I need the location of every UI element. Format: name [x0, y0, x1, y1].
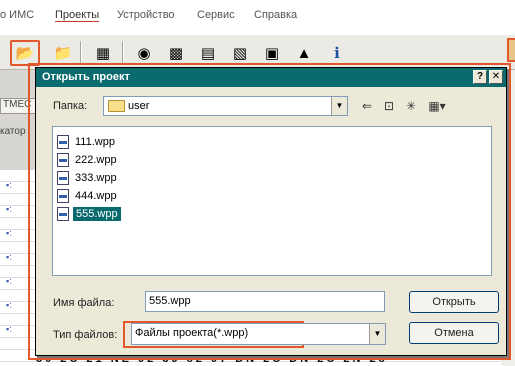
chip-erase-icon: ▣ — [264, 45, 280, 62]
look-in-combo[interactable]: user ▼ — [103, 96, 348, 116]
look-in-value: user — [128, 100, 150, 112]
filename-input[interactable]: 555.wpp — [145, 291, 385, 312]
row-marker: ▪: — [6, 228, 12, 238]
row-marker: ▪: — [6, 300, 12, 310]
folder-icon — [108, 100, 125, 112]
open-button[interactable]: Открыть — [409, 291, 499, 313]
wpp-file-icon — [57, 152, 69, 167]
open-project-dialog: Открыть проект ? ✕ Папка: user ▼ ⇐ ⊡ ✳ ▦… — [35, 67, 507, 356]
file-item[interactable]: 111.wpp — [57, 133, 117, 150]
help-button[interactable]: ? — [473, 70, 487, 84]
row-marker: ▪: — [6, 204, 12, 214]
filetype-value: Файлы проекта(*.wpp) — [135, 327, 249, 339]
cancel-button[interactable]: Отмена — [409, 322, 499, 344]
wpp-file-icon — [57, 188, 69, 203]
filetype-label: Тип файлов: — [53, 329, 118, 341]
dialog-titlebar: Открыть проект ? ✕ — [36, 68, 506, 87]
chip-verify-icon: ▧ — [232, 45, 248, 62]
up-folder-button[interactable]: ⊡ — [380, 98, 398, 114]
info-icon: ℹ — [334, 45, 340, 62]
wpp-file-icon — [57, 134, 69, 149]
open-project-icon: 📂 — [15, 45, 35, 62]
new-folder-icon: ✳ — [405, 99, 417, 113]
view-menu-button[interactable]: ▦▾ — [424, 98, 450, 114]
view-list-icon: ▦▾ — [428, 99, 446, 113]
dialog-title: Открыть проект — [42, 71, 130, 83]
menu-item-service[interactable]: Сервис — [197, 9, 235, 21]
right-edge-highlight[interactable] — [507, 38, 515, 62]
file-list[interactable]: 111.wpp 222.wpp 333.wpp 444.wpp 555.wpp — [52, 126, 492, 276]
file-name: 333.wpp — [75, 171, 117, 184]
row-marker: ▪: — [6, 180, 12, 190]
file-name: 111.wpp — [75, 135, 115, 148]
chip-program-icon: ▩ — [168, 45, 184, 62]
filename-label: Имя файла: — [53, 297, 115, 309]
background-side-label: катор — [0, 126, 26, 137]
look-in-label: Папка: — [53, 100, 88, 112]
file-name: 222.wpp — [75, 153, 117, 166]
chevron-down-icon[interactable]: ▼ — [331, 97, 347, 115]
file-item-selected[interactable]: 555.wpp — [57, 205, 121, 222]
up-folder-icon: ⊡ — [383, 99, 395, 113]
file-name: 444.wpp — [75, 189, 117, 202]
close-icon: ✕ — [491, 71, 501, 82]
file-item[interactable]: 222.wpp — [57, 151, 119, 168]
toolbar-separator — [80, 41, 82, 65]
row-marker: ▪: — [6, 276, 12, 286]
back-button[interactable]: ⇐ — [358, 98, 376, 114]
row-marker: ▪: — [6, 252, 12, 262]
filetype-select[interactable]: Файлы проекта(*.wpp) ▼ — [131, 323, 386, 345]
file-item[interactable]: 333.wpp — [57, 169, 119, 186]
chip-write-icon: ▲ — [296, 44, 312, 62]
save-project-icon: 📁 — [53, 45, 73, 62]
toolbar-separator — [122, 41, 124, 65]
menu-item-device[interactable]: Устройство — [117, 9, 175, 21]
chevron-down-icon[interactable]: ▼ — [369, 324, 385, 344]
close-button[interactable]: ✕ — [489, 70, 503, 84]
wpp-file-icon — [57, 206, 69, 221]
menu-item-projects[interactable]: Проекты — [55, 9, 100, 22]
file-item[interactable]: 444.wpp — [57, 187, 119, 204]
chip-read-icon: ▤ — [200, 45, 216, 62]
arrow-left-icon: ⇐ — [361, 99, 373, 113]
file-name: 555.wpp — [73, 206, 121, 221]
new-folder-button[interactable]: ✳ — [402, 98, 420, 114]
row-marker: ▪: — [6, 324, 12, 334]
menu-bar: о ИМС Проекты Устройство Сервис Справка — [0, 0, 515, 34]
wpp-file-icon — [57, 170, 69, 185]
menu-item-help[interactable]: Справка — [254, 9, 297, 21]
menu-item-about[interactable]: о ИМС — [0, 9, 34, 21]
id-chip-icon: ◉ — [137, 45, 151, 62]
calculator-icon: ▦ — [95, 45, 111, 62]
